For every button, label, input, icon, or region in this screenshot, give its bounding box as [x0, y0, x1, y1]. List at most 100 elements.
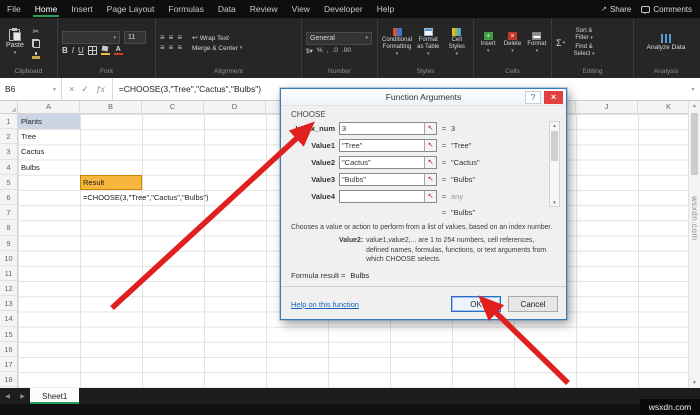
- row-header-7[interactable]: 7: [0, 205, 17, 221]
- conditional-formatting-button[interactable]: Conditional Formatting ▾: [382, 28, 412, 58]
- row-header-6[interactable]: 6: [0, 190, 17, 206]
- number-format-combo[interactable]: General ▾: [306, 31, 372, 45]
- bold-icon[interactable]: B: [62, 46, 68, 55]
- column-header-J[interactable]: J: [576, 101, 638, 113]
- autosum-button[interactable]: Σ ▾: [556, 38, 565, 48]
- collapse-dialog-icon[interactable]: ↖: [424, 174, 436, 185]
- align-right-icon[interactable]: ≡: [177, 44, 182, 52]
- row-header-10[interactable]: 10: [0, 251, 17, 266]
- analyze-data-button[interactable]: Analyze Data: [644, 21, 688, 65]
- find-select-button[interactable]: Find & Select ▾: [569, 44, 599, 58]
- dialog-help-button[interactable]: ?: [525, 91, 541, 104]
- dialog-close-button[interactable]: ×: [544, 91, 563, 104]
- field-input-value1[interactable]: "Tree" ↖: [339, 139, 437, 152]
- font-color-icon[interactable]: A: [113, 46, 123, 55]
- menu-tab-formulas[interactable]: Formulas: [161, 0, 210, 18]
- select-all-corner[interactable]: [0, 101, 18, 114]
- sheet-tab-sheet1[interactable]: Sheet1: [30, 388, 80, 404]
- delete-cells-button[interactable]: × Delete ▾: [502, 32, 522, 54]
- cell-B6[interactable]: =CHOOSE(3,"Tree","Cactus","Bulbs"): [80, 190, 209, 205]
- comments-button[interactable]: Comments: [641, 5, 692, 14]
- row-header-5[interactable]: 5: [0, 175, 17, 190]
- row-header-16[interactable]: 16: [0, 342, 17, 357]
- scrollbar-thumb[interactable]: [691, 113, 698, 175]
- cell-A4[interactable]: Bulbs: [18, 160, 40, 175]
- row-header-1[interactable]: 1: [0, 114, 17, 130]
- cancel-entry-icon[interactable]: ×: [69, 84, 74, 94]
- sheet-nav-right-icon[interactable]: ▶: [15, 388, 30, 404]
- align-bottom-icon[interactable]: ≡: [177, 34, 182, 42]
- cell-A1[interactable]: Plants: [18, 114, 80, 130]
- underline-icon[interactable]: U: [78, 46, 84, 55]
- comma-icon[interactable]: ,: [327, 47, 329, 54]
- copy-icon[interactable]: [30, 38, 42, 48]
- row-header-15[interactable]: 15: [0, 327, 17, 342]
- formula-bar-expand-icon[interactable]: ▾: [686, 78, 700, 100]
- accounting-format-icon[interactable]: $▾: [306, 47, 313, 55]
- borders-icon[interactable]: [87, 46, 97, 55]
- row-header-9[interactable]: 9: [0, 236, 17, 251]
- menu-tab-file[interactable]: File: [0, 0, 28, 18]
- menu-tab-developer[interactable]: Developer: [317, 0, 370, 18]
- menu-tab-home[interactable]: Home: [28, 0, 65, 18]
- align-top-icon[interactable]: ≡: [160, 34, 165, 42]
- row-header-4[interactable]: 4: [0, 160, 17, 175]
- paste-button[interactable]: Paste ▾: [4, 21, 26, 65]
- font-name-combo[interactable]: ▾: [62, 31, 120, 44]
- align-left-icon[interactable]: ≡: [160, 44, 165, 52]
- align-center-icon[interactable]: ≡: [169, 44, 174, 52]
- vertical-scrollbar[interactable]: ▲ ▼: [688, 101, 700, 388]
- sheet-nav-left-icon[interactable]: ◀: [0, 388, 15, 404]
- font-size-combo[interactable]: 11: [124, 31, 146, 44]
- fill-color-icon[interactable]: [100, 46, 110, 55]
- field-input-index_num[interactable]: 3 ↖: [339, 122, 437, 135]
- collapse-dialog-icon[interactable]: ↖: [424, 157, 436, 168]
- cell-B5[interactable]: Result: [80, 174, 142, 190]
- row-header-3[interactable]: 3: [0, 144, 17, 160]
- column-header-B[interactable]: B: [80, 101, 142, 113]
- row-header-12[interactable]: 12: [0, 281, 17, 297]
- field-input-value2[interactable]: "Cactus" ↖: [339, 156, 437, 169]
- cell-styles-button[interactable]: Cell Styles ▾: [445, 28, 469, 58]
- align-middle-icon[interactable]: ≡: [169, 34, 174, 42]
- field-input-value3[interactable]: "Bulbs" ↖: [339, 173, 437, 186]
- cut-icon[interactable]: ✂: [30, 26, 42, 36]
- increase-decimal-icon[interactable]: .0: [332, 47, 337, 54]
- collapse-dialog-icon[interactable]: ↖: [424, 123, 436, 134]
- dialog-scrollbar[interactable]: ▲ ▼: [549, 121, 560, 207]
- row-header-2[interactable]: 2: [0, 129, 17, 145]
- menu-tab-data[interactable]: Data: [211, 0, 243, 18]
- row-header-18[interactable]: 18: [0, 372, 17, 388]
- insert-cells-button[interactable]: + Insert ▾: [478, 32, 498, 54]
- collapse-dialog-icon[interactable]: ↖: [424, 191, 436, 202]
- cell-A2[interactable]: Tree: [18, 129, 36, 144]
- menu-tab-insert[interactable]: Insert: [64, 0, 99, 18]
- format-cells-button[interactable]: ▬ Format ▾: [527, 32, 547, 54]
- scrollbar-thumb[interactable]: [551, 131, 558, 161]
- wrap-text-button[interactable]: ↩ Wrap Text: [192, 35, 229, 42]
- cell-A3[interactable]: Cactus: [18, 144, 44, 159]
- menu-tab-help[interactable]: Help: [370, 0, 401, 18]
- decrease-decimal-icon[interactable]: .00: [342, 47, 351, 54]
- ok-button[interactable]: OK: [451, 296, 501, 312]
- row-header-8[interactable]: 8: [0, 220, 17, 236]
- row-header-14[interactable]: 14: [0, 311, 17, 327]
- cancel-button[interactable]: Cancel: [508, 296, 558, 312]
- column-header-A[interactable]: A: [18, 101, 80, 113]
- merge-center-button[interactable]: Merge & Center ▾: [192, 45, 242, 52]
- name-box[interactable]: B6 ▾: [0, 78, 62, 100]
- field-input-value4[interactable]: ↖: [339, 190, 437, 203]
- scroll-up-icon[interactable]: ▲: [550, 123, 559, 128]
- scroll-down-icon[interactable]: ▼: [550, 200, 559, 205]
- percent-icon[interactable]: %: [317, 47, 323, 54]
- insert-function-icon[interactable]: ƒx: [96, 84, 105, 94]
- italic-icon[interactable]: I: [72, 46, 74, 55]
- scroll-up-icon[interactable]: ▲: [689, 103, 700, 109]
- row-header-11[interactable]: 11: [0, 266, 17, 282]
- scroll-down-icon[interactable]: ▼: [689, 380, 700, 386]
- format-painter-icon[interactable]: [30, 50, 42, 60]
- sort-filter-button[interactable]: Sort & Filter ▾: [569, 28, 599, 42]
- collapse-dialog-icon[interactable]: ↖: [424, 140, 436, 151]
- dialog-title-bar[interactable]: Function Arguments ? ×: [281, 89, 566, 106]
- menu-tab-view[interactable]: View: [285, 0, 317, 18]
